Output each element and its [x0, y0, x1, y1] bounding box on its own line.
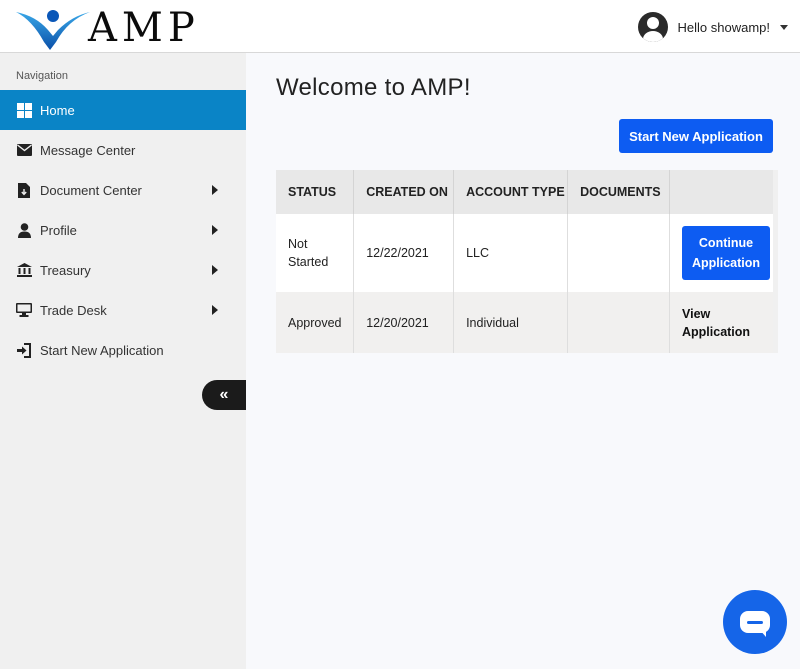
sidebar-item-home[interactable]: Home [0, 90, 246, 130]
cell-account-type: Individual [453, 292, 569, 353]
column-header-status: STATUS [276, 170, 355, 214]
nav-list: Home Message Center Document Center Prof… [0, 90, 246, 370]
double-chevron-left-icon: « [219, 386, 229, 403]
column-header-documents: DOCUMENTS [567, 170, 670, 214]
applications-table-wrapper: STATUS CREATED ON ACCOUNT TYPE DOCUMENTS… [276, 170, 778, 353]
nav-section-label: Navigation [16, 70, 68, 82]
status-text: Not Started [288, 237, 329, 269]
cell-status: Not Started [276, 214, 355, 292]
cell-action: Continue Application [669, 214, 778, 292]
cell-created-on: 12/22/2021 [353, 214, 455, 292]
sidebar-item-label: Treasury [40, 262, 91, 278]
sidebar-item-start-new-application[interactable]: Start New Application [0, 330, 246, 370]
column-header-actions [669, 170, 778, 214]
sidebar-item-label: Profile [40, 222, 77, 238]
collapse-sidebar-button[interactable]: « [202, 380, 246, 410]
main-content: Welcome to AMP! Start New Application ST… [246, 53, 800, 669]
applications-table: STATUS CREATED ON ACCOUNT TYPE DOCUMENTS… [276, 170, 778, 353]
continue-application-button[interactable]: Continue Application [682, 226, 770, 280]
sidebar: Navigation Home Message Center Document … [0, 53, 246, 669]
sidebar-item-trade-desk[interactable]: Trade Desk [0, 290, 246, 330]
user-icon [16, 222, 32, 238]
table-row: Approved 12/20/2021 Individual View Appl… [276, 292, 778, 353]
chat-widget-button[interactable] [723, 590, 787, 654]
sidebar-item-label: Document Center [40, 182, 142, 198]
user-menu[interactable]: Hello showamp! [637, 11, 788, 43]
user-circle-icon[interactable] [637, 12, 668, 42]
start-new-application-button[interactable]: Start New Application [619, 119, 773, 153]
chevron-down-icon[interactable] [780, 24, 788, 30]
cell-documents [567, 292, 670, 353]
page-title: Welcome to AMP! [276, 74, 471, 101]
top-bar: AMP Hello showamp! [0, 0, 800, 53]
sidebar-item-label: Start New Application [40, 342, 164, 358]
cell-account-type: LLC [453, 214, 569, 292]
table-scroll-edge [773, 170, 778, 353]
chevron-right-icon [212, 305, 218, 315]
sidebar-item-label: Trade Desk [40, 302, 107, 318]
amp-logo[interactable]: AMP [14, 2, 200, 50]
column-header-created-on: CREATED ON [353, 170, 455, 214]
sidebar-item-message-center[interactable]: Message Center [0, 130, 246, 170]
table-header-row: STATUS CREATED ON ACCOUNT TYPE DOCUMENTS [276, 170, 778, 214]
sidebar-item-label: Message Center [40, 142, 136, 158]
logo-text: AMP [88, 5, 200, 51]
view-application-link[interactable]: View Application [682, 305, 762, 341]
chevron-right-icon [212, 225, 218, 235]
sidebar-item-treasury[interactable]: Treasury [0, 250, 246, 290]
grid-icon [16, 102, 32, 118]
cell-action: View Application [669, 292, 778, 353]
logo-figure-icon [16, 10, 90, 50]
file-download-icon [16, 182, 32, 198]
chat-bubble-icon [740, 611, 770, 637]
monitor-icon [16, 302, 32, 318]
envelope-icon [16, 142, 32, 158]
user-greeting[interactable]: Hello showamp! [678, 20, 771, 35]
sidebar-item-document-center[interactable]: Document Center [0, 170, 246, 210]
cell-created-on: 12/20/2021 [353, 292, 455, 353]
cell-status: Approved [276, 292, 355, 353]
sidebar-item-profile[interactable]: Profile [0, 210, 246, 250]
chevron-right-icon [212, 185, 218, 195]
sidebar-item-label: Home [40, 102, 75, 118]
sign-in-icon [16, 342, 32, 358]
chevron-right-icon [212, 265, 218, 275]
cell-documents [567, 214, 670, 292]
bank-icon [16, 262, 32, 278]
table-row: Not Started 12/22/2021 LLC Continue Appl… [276, 214, 778, 292]
column-header-account-type: ACCOUNT TYPE [453, 170, 569, 214]
